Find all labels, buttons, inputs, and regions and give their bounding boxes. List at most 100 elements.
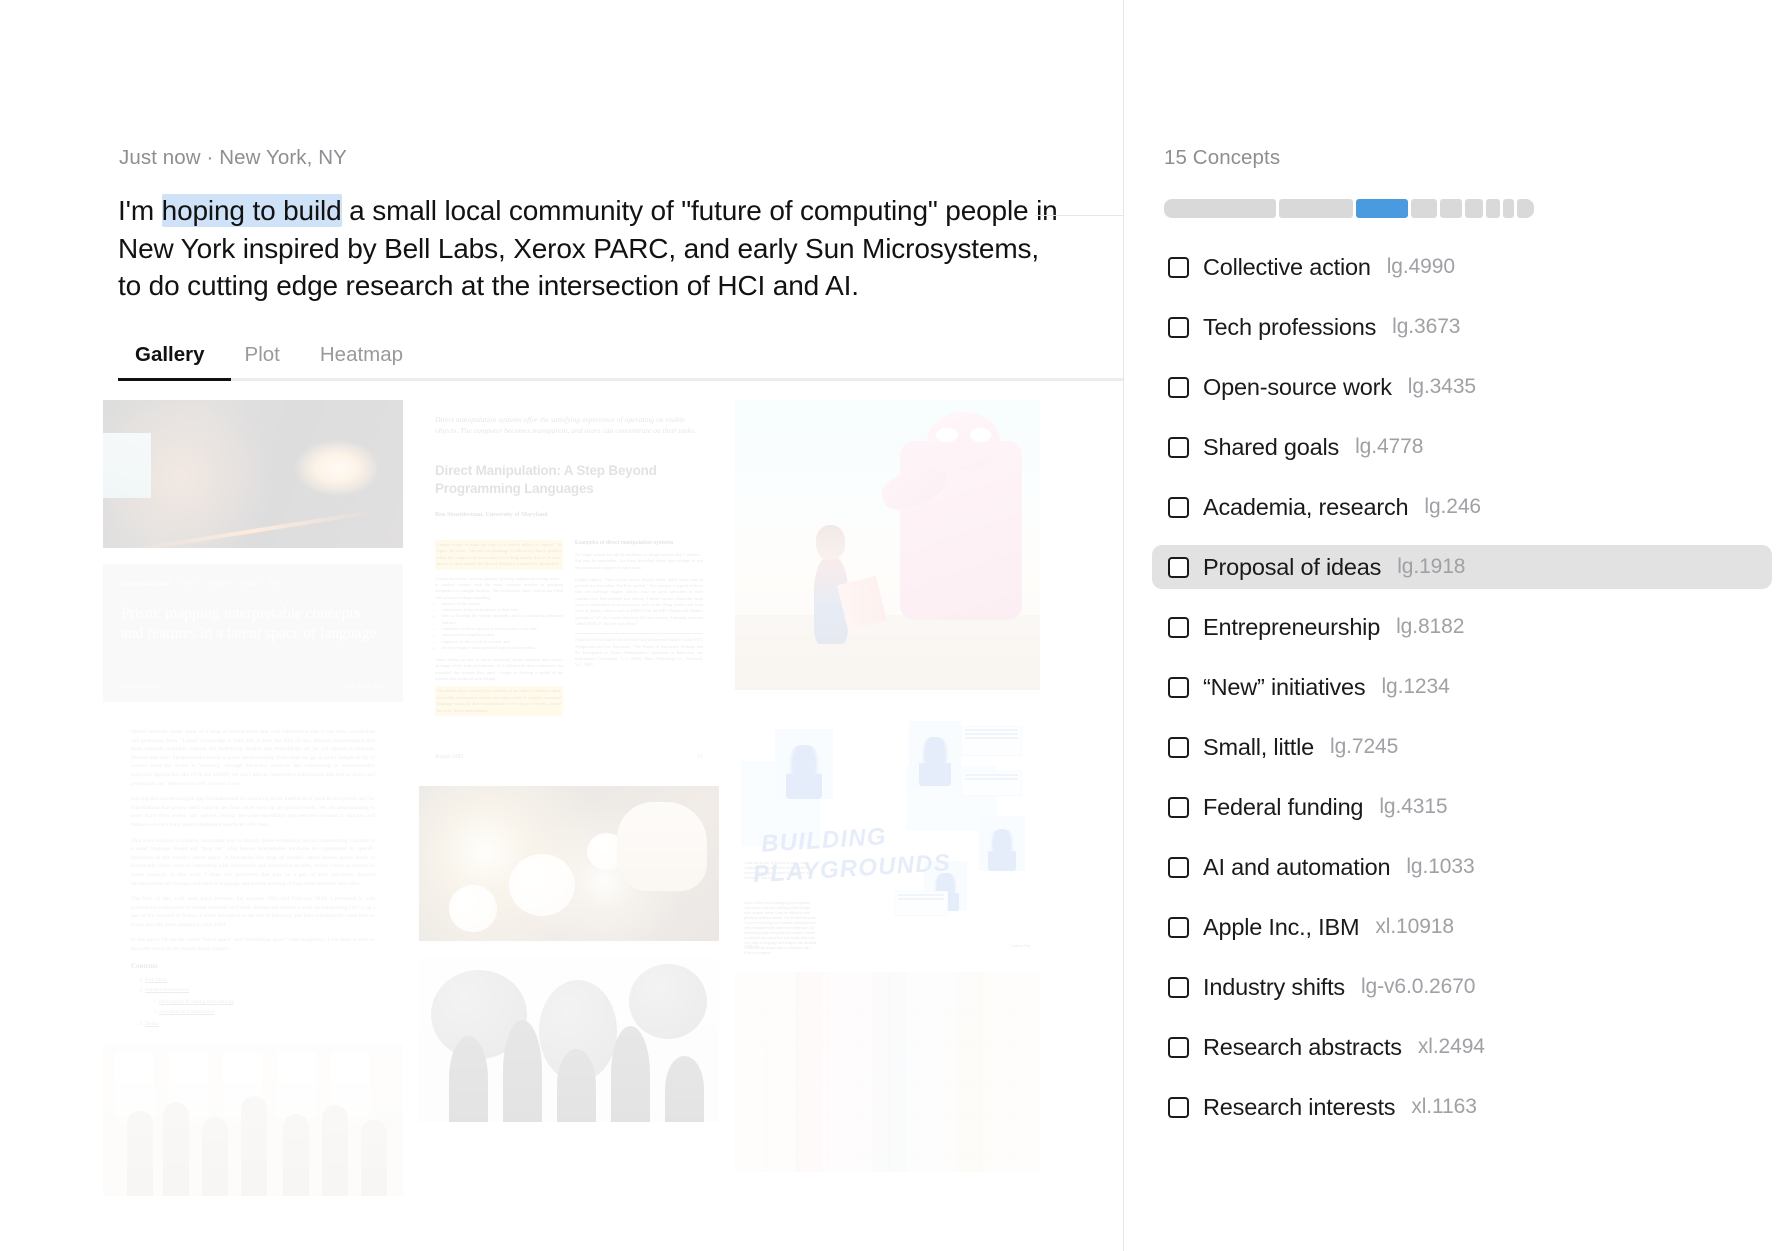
prism-nav-fav: fav	[270, 578, 281, 587]
checkbox-icon[interactable]	[1168, 256, 1189, 278]
color-band	[796, 972, 824, 1172]
gallery-item-food[interactable]	[419, 786, 719, 941]
checkbox-icon[interactable]	[1168, 1096, 1189, 1118]
checkbox-icon[interactable]	[1168, 916, 1189, 938]
concept-row-collective-action[interactable]: Collective action lg.4990	[1152, 245, 1772, 289]
concept-row-industry-shifts[interactable]: Industry shifts lg-v6.0.2670	[1152, 965, 1772, 1009]
prism-contents-item[interactable]: Key ideas	[145, 975, 375, 985]
bowl	[509, 854, 575, 917]
concept-row-research-abstracts[interactable]: Research abstracts xl.2494	[1152, 1025, 1772, 1069]
prism-contents-list: Key ideas Further motivations Debugging …	[131, 975, 375, 1028]
concept-row-small-little[interactable]: Small, little lg.7245	[1152, 725, 1772, 769]
segment-5[interactable]	[1440, 199, 1462, 218]
tab-row: Gallery Plot Heatmap	[118, 338, 1123, 378]
post-highlight[interactable]: hoping to build	[161, 194, 342, 227]
prism-date: 22 June 2024	[121, 682, 159, 690]
concept-label: Entrepreneurship	[1203, 613, 1381, 640]
ui-chip	[960, 726, 1022, 756]
concept-row-research-interests[interactable]: Research interests xl.1163	[1152, 1085, 1772, 1129]
checkbox-icon[interactable]	[1168, 316, 1189, 338]
prism-contents-item[interactable]: Demo Feature gallery	[145, 1019, 375, 1028]
face	[918, 736, 951, 786]
segment-9[interactable]	[1517, 199, 1534, 218]
gallery-column-2: Direct manipulation systems offer the sa…	[419, 400, 719, 1251]
gallery-item-bw-hands[interactable]	[419, 957, 719, 1122]
tab-plot[interactable]: Plot	[225, 343, 300, 378]
segment-8[interactable]	[1503, 199, 1514, 218]
concept-code: lg.7245	[1330, 735, 1399, 758]
gallery-item-zine[interactable]: BUILDING PLAYGROUNDS Linus Lee is part o…	[735, 706, 1040, 956]
concept-row-academia-research[interactable]: Academia, research lg.246	[1152, 485, 1772, 529]
gallery-item-color-grid[interactable]	[735, 972, 1040, 1172]
checkbox-icon[interactable]	[1168, 376, 1189, 398]
checkbox-icon[interactable]	[1168, 496, 1189, 518]
paper-date: August 1983	[435, 754, 464, 760]
person-silhouette	[322, 1104, 348, 1196]
zine-footer: Cameron Play	[1009, 943, 1031, 948]
gallery-item-dark-room[interactable]	[103, 400, 403, 548]
post-meta: Just now · New York, NY	[119, 146, 347, 169]
concept-row-tech-professions[interactable]: Tech professions lg.3673	[1152, 305, 1772, 349]
segment-1[interactable]	[1164, 199, 1276, 218]
concept-code: lg.1234	[1381, 675, 1450, 698]
segment-2[interactable]	[1279, 199, 1353, 218]
concept-row-apple-ibm[interactable]: Apple Inc., IBM xl.10918	[1152, 905, 1772, 949]
concept-code: xl.10918	[1375, 915, 1454, 938]
dark-room-photo	[103, 400, 403, 548]
gallery-item-robot[interactable]	[735, 400, 1040, 690]
concept-code: lg.1918	[1397, 555, 1466, 578]
concept-code: lg-v6.0.2670	[1360, 975, 1476, 998]
concept-row-federal-funding[interactable]: Federal funding lg.4315	[1152, 785, 1772, 829]
prism-contents-subitem[interactable]: Steerable text generation	[159, 1007, 375, 1017]
checkbox-icon[interactable]	[1168, 856, 1189, 878]
concept-label: Tech professions	[1203, 313, 1377, 340]
concept-code: lg.3435	[1407, 375, 1476, 398]
concept-row-ai-and-automation[interactable]: AI and automation lg.1033	[1152, 845, 1772, 889]
segment-3-active[interactable]	[1356, 199, 1408, 218]
prism-contents-heading: Contents	[131, 961, 158, 970]
checkbox-icon[interactable]	[1168, 556, 1189, 578]
prism-paragraph-2: Solving this and meaningful gap is funda…	[131, 796, 375, 828]
concept-row-entrepreneurship[interactable]: Entrepreneurship lg.8182	[1152, 605, 1772, 649]
checkbox-icon[interactable]	[1168, 676, 1189, 698]
gallery-item-paper[interactable]: Direct manipulation systems offer the sa…	[419, 400, 719, 770]
segment-4[interactable]	[1411, 199, 1437, 218]
post-body: I'm hoping to build a small local commun…	[118, 192, 1058, 305]
concept-label: AI and automation	[1203, 853, 1391, 880]
paper-page-number: 57	[697, 754, 703, 760]
concept-row-new-initiatives[interactable]: “New” initiatives lg.1234	[1152, 665, 1772, 709]
concept-row-open-source-work[interactable]: Open-source work lg.3435	[1152, 365, 1772, 409]
prism-place: New York City	[342, 682, 385, 690]
tab-gallery[interactable]: Gallery	[118, 343, 225, 378]
tab-heatmap[interactable]: Heatmap	[300, 343, 423, 378]
checkbox-icon[interactable]	[1168, 1036, 1189, 1058]
gallery-item-prism-header[interactable]: thesephist.com posts projects stream fav…	[103, 564, 403, 702]
prism-contents-subitem[interactable]: Debugging & tuning embeddings	[159, 997, 375, 1007]
gallery-item-crowd[interactable]	[103, 1044, 403, 1196]
paper-author: Ben Shneiderman, University of Maryland	[435, 511, 548, 518]
tab-underline-track	[118, 378, 1123, 381]
prism-contents-item[interactable]: Further motivations Debugging & tuning e…	[145, 985, 375, 1017]
paper-body-d: Display editors. "Once you've used a dis…	[575, 576, 703, 626]
concept-row-proposal-of-ideas[interactable]: Proposal of ideas lg.1918	[1152, 545, 1772, 589]
checkbox-icon[interactable]	[1168, 436, 1189, 458]
light-streak	[128, 509, 378, 548]
concept-label: Apple Inc., IBM	[1203, 913, 1360, 940]
prism-paragraph-3: This work explores a scalable, automated…	[131, 837, 375, 887]
prism-site-name: thesephist.com	[121, 578, 172, 587]
concept-row-shared-goals[interactable]: Shared goals lg.4778	[1152, 425, 1772, 469]
segment-6[interactable]	[1465, 199, 1483, 218]
concept-code: lg.246	[1424, 495, 1482, 518]
concept-label: Academia, research	[1203, 493, 1409, 520]
view-tabs: Gallery Plot Heatmap	[118, 338, 1123, 381]
segment-7[interactable]	[1486, 199, 1500, 218]
checkbox-icon[interactable]	[1168, 736, 1189, 758]
ui-chip	[893, 891, 949, 916]
checkbox-icon[interactable]	[1168, 976, 1189, 998]
child-head	[815, 524, 845, 560]
checkbox-icon[interactable]	[1168, 796, 1189, 818]
concept-label: Industry shifts	[1203, 973, 1345, 1000]
gallery-item-prism-body[interactable]: Neural networks make sense of a heap of …	[103, 718, 403, 1028]
checkbox-icon[interactable]	[1168, 616, 1189, 638]
gallery-column-1: thesephist.com posts projects stream fav…	[103, 400, 403, 1251]
